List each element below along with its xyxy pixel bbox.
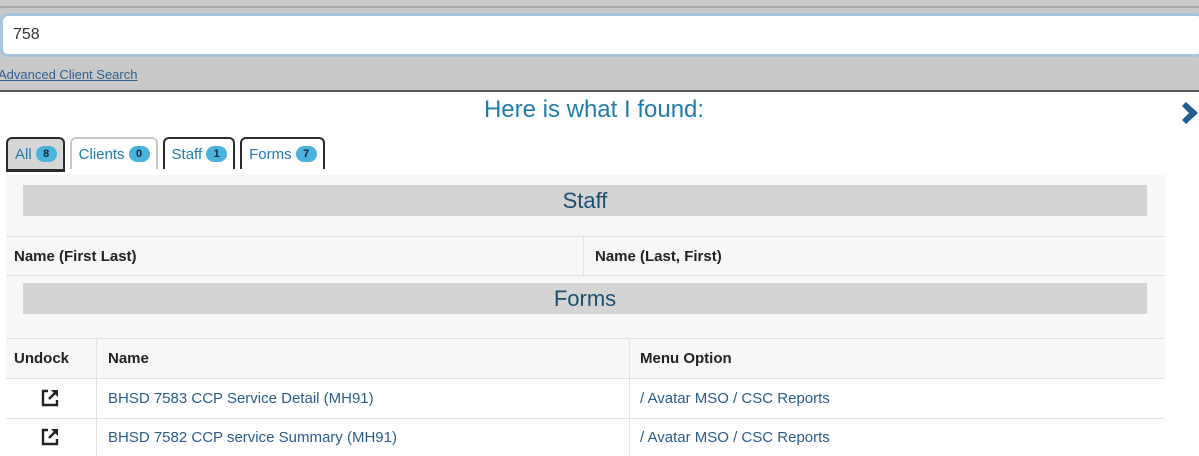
chevron-right-icon[interactable]	[1180, 98, 1199, 128]
divider	[0, 6, 1199, 8]
forms-table-header: Undock Name Menu Option	[6, 338, 1165, 379]
count-badge: 7	[295, 146, 317, 162]
divider	[96, 339, 97, 379]
forms-section-header: Forms	[23, 283, 1147, 314]
results-panel: Staff Name (First Last) Name (Last, Firs…	[6, 175, 1165, 456]
form-name-link[interactable]: BHSD 7583 CCP Service Detail (MH91)	[108, 390, 374, 407]
menu-option-link[interactable]: / Avatar MSO / CSC Reports	[640, 429, 830, 446]
column-header: Undock	[14, 350, 70, 367]
divider	[583, 237, 584, 277]
tab-label: All	[15, 145, 32, 163]
column-header: Name (First Last)	[14, 248, 137, 265]
search-input[interactable]	[0, 13, 1199, 57]
divider	[96, 379, 97, 419]
column-header: Name	[108, 350, 149, 367]
tab-clients[interactable]: Clients 0	[69, 137, 158, 169]
search-band: Advanced Client Search	[0, 0, 1199, 92]
external-link-icon[interactable]	[39, 387, 61, 409]
divider	[96, 419, 97, 456]
count-badge: 0	[128, 146, 150, 162]
count-badge: 1	[206, 146, 228, 162]
staff-section-header: Staff	[23, 185, 1147, 216]
advanced-client-search-link[interactable]: Advanced Client Search	[0, 67, 137, 82]
form-name-link[interactable]: BHSD 7582 CCP service Summary (MH91)	[108, 429, 397, 446]
tab-label: Forms	[249, 145, 292, 163]
column-header: Name (Last, First)	[595, 248, 722, 265]
tab-label: Staff	[171, 145, 203, 163]
tab-label: Clients	[78, 145, 125, 163]
table-row[interactable]: BHSD 7583 CCP Service Detail (MH91) / Av…	[6, 378, 1165, 419]
divider	[629, 419, 630, 456]
tab-forms[interactable]: Forms 7	[240, 137, 325, 169]
table-row[interactable]: BHSD 7582 CCP service Summary (MH91) / A…	[6, 418, 1165, 456]
divider	[629, 379, 630, 419]
tab-all[interactable]: All 8	[6, 137, 65, 172]
result-tabs: All 8 Clients 0 Staff 1 Forms 7	[6, 137, 325, 173]
menu-option-link[interactable]: / Avatar MSO / CSC Reports	[640, 390, 830, 407]
results-title: Here is what I found:	[483, 96, 705, 123]
tab-staff[interactable]: Staff 1	[162, 137, 236, 169]
staff-table-header: Name (First Last) Name (Last, First)	[6, 236, 1165, 277]
divider	[0, 90, 1199, 92]
column-header: Menu Option	[640, 350, 732, 367]
count-badge: 8	[35, 146, 57, 162]
external-link-icon[interactable]	[39, 426, 61, 448]
divider	[629, 339, 630, 379]
